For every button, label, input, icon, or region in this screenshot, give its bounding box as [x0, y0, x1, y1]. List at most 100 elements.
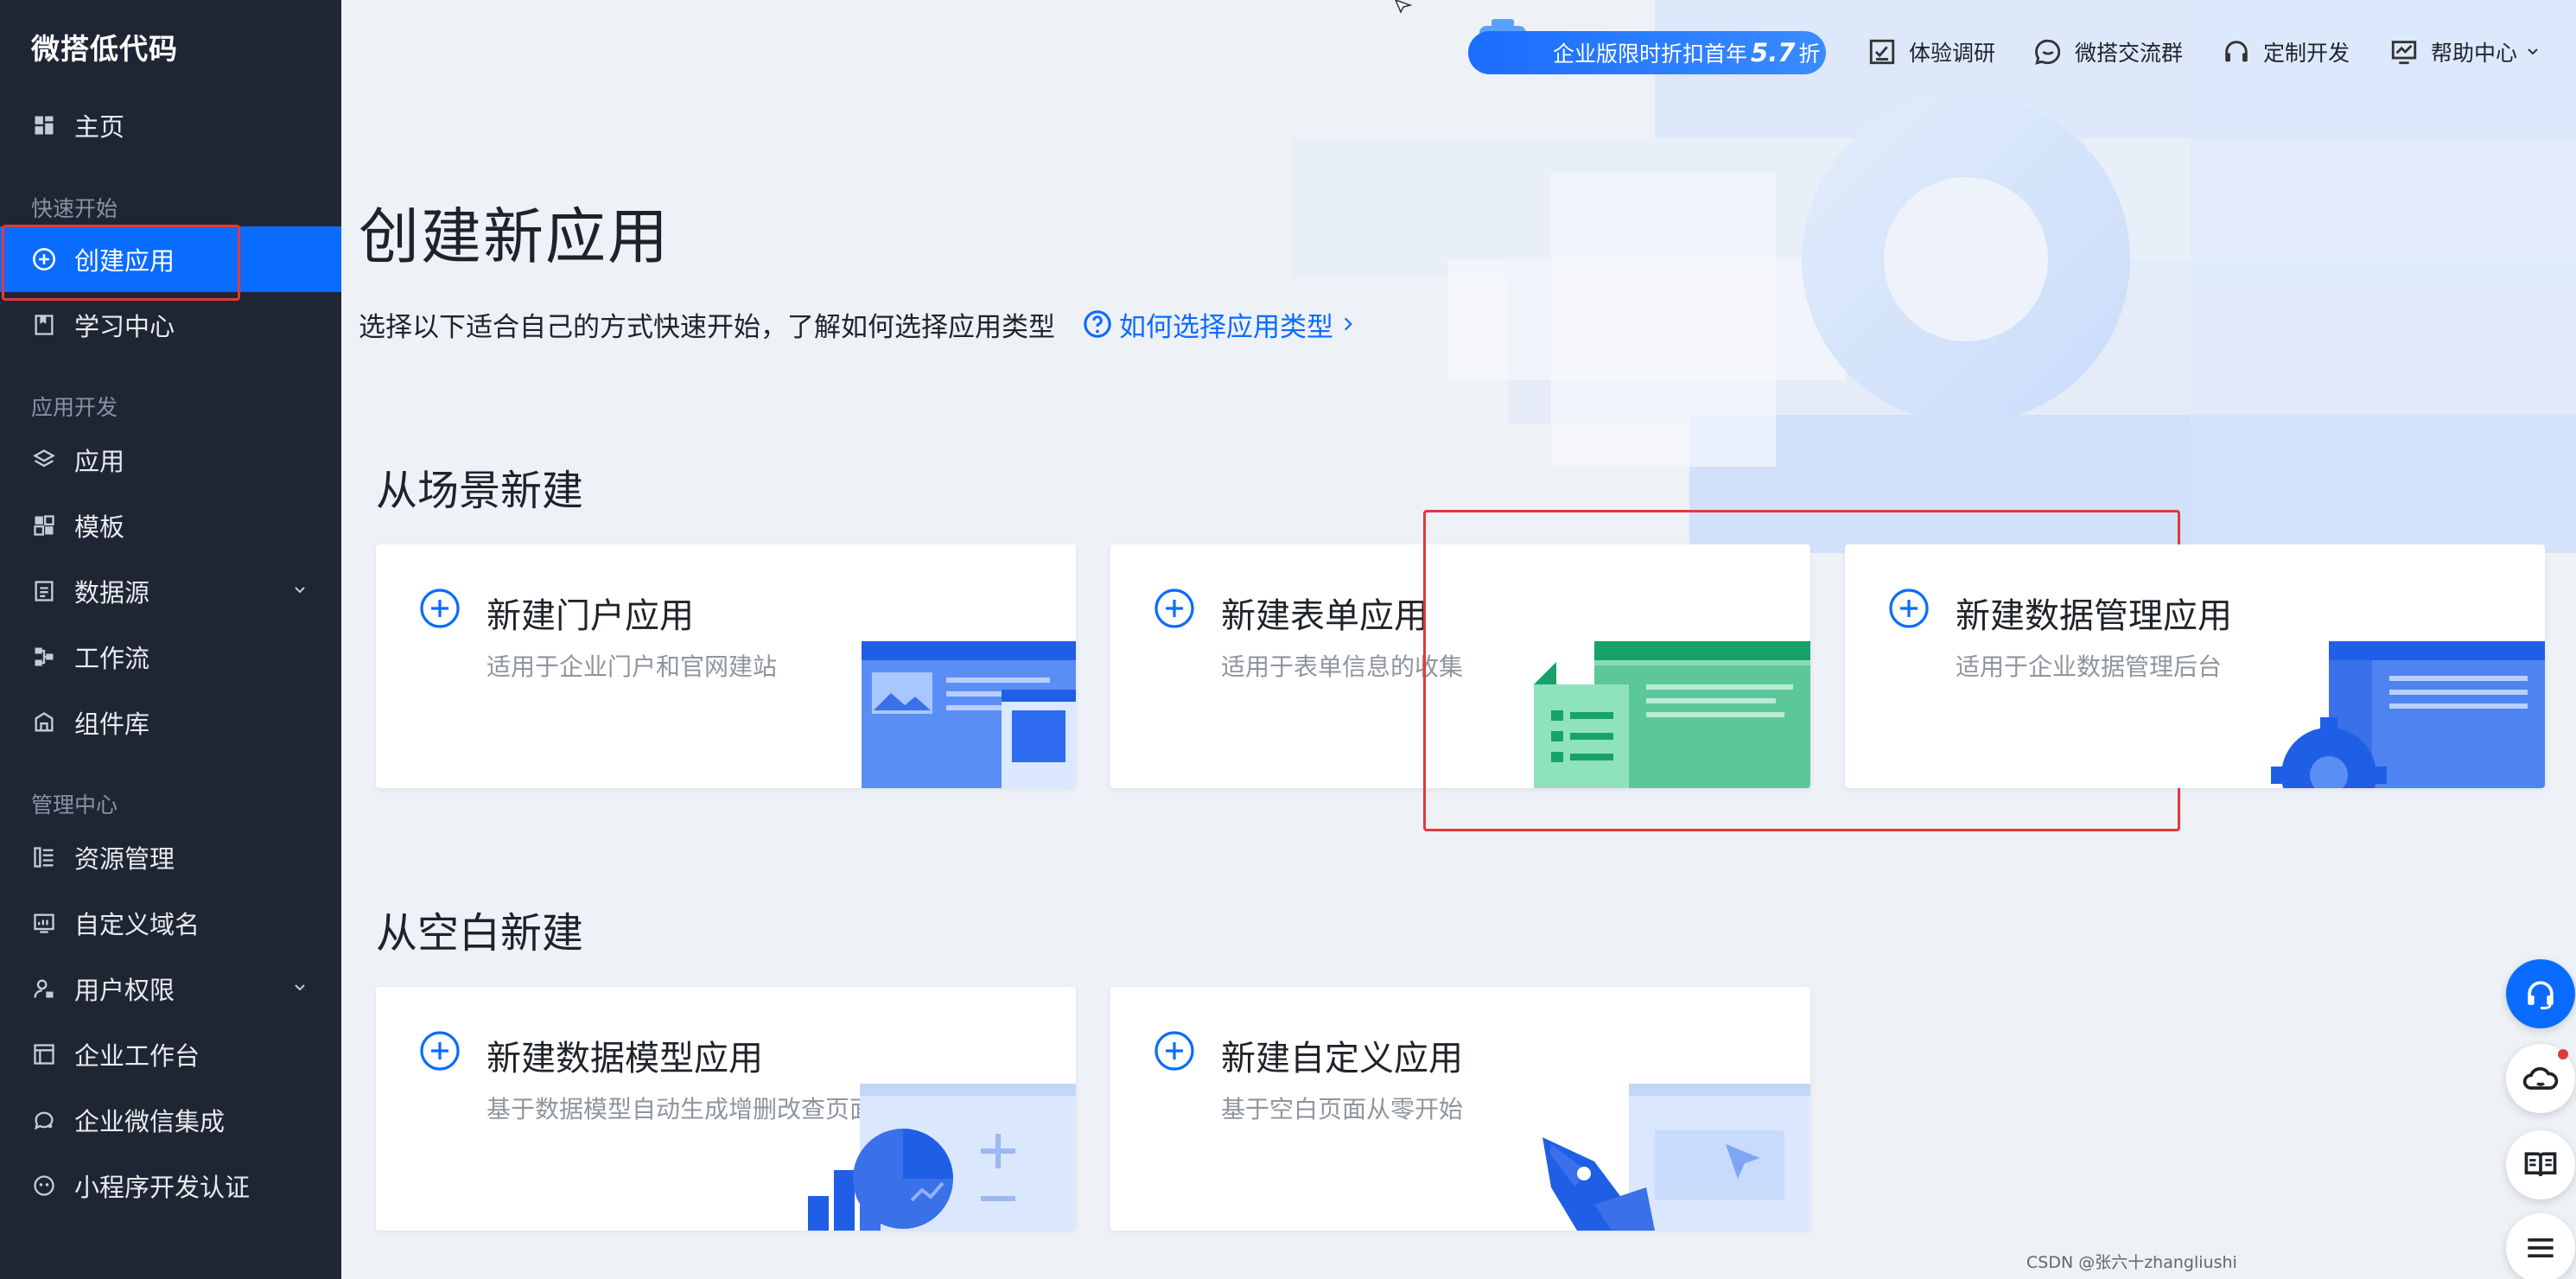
data-management-illustration — [2271, 641, 2545, 788]
sidebar-item-enterprise-workbench[interactable]: 企业工作台 — [0, 1021, 341, 1087]
cloud-icon — [2522, 1066, 2559, 1090]
plus-circle-icon — [1154, 1031, 1194, 1071]
watermark: CSDN @张六十zhangliushi — [2026, 1253, 2237, 1272]
notification-dot — [2558, 1049, 2568, 1059]
promo-number: 5.7 — [1751, 38, 1796, 67]
headset-icon — [2528, 981, 2554, 1009]
help-monitor-icon — [2391, 41, 2417, 65]
community-link[interactable]: 微搭交流群 — [2033, 33, 2183, 71]
sidebar-item-label: 资源管理 — [74, 844, 175, 874]
data-model-illustration — [808, 1084, 1076, 1231]
sidebar-item-resources[interactable]: 资源管理 — [0, 824, 341, 890]
help-center-menu[interactable]: 帮助中心 — [2389, 33, 2541, 71]
custom-dev-link[interactable]: 定制开发 — [2222, 33, 2350, 71]
cloud-service-float-button[interactable] — [2506, 1044, 2575, 1113]
headset-icon — [2225, 41, 2248, 62]
sidebar-item-label: 应用 — [74, 447, 125, 476]
survey-label: 体验调研 — [1909, 41, 1996, 66]
sidebar-item-custom-domain[interactable]: 自定义域名 — [0, 890, 341, 956]
sidebar-item-wecom[interactable]: 企业微信集成 — [0, 1087, 341, 1153]
sidebar-item-label: 小程序开发认证 — [74, 1173, 251, 1202]
plus-circle-icon — [420, 589, 460, 628]
sidebar-item-learning[interactable]: 学习中心 — [0, 292, 341, 358]
sidebar-item-home[interactable]: 主页 — [0, 92, 341, 158]
sidebar: 微搭低代码 主页 快速开始 创建应用 学习中心 应用开发 应用 模板 数据源 工… — [0, 0, 341, 1279]
dashboard-icon — [31, 112, 57, 138]
card-title: 新建表单应用 — [1221, 596, 1428, 636]
list-icon — [31, 844, 57, 870]
decorative-background — [1292, 0, 2576, 553]
chevron-down-icon — [2528, 48, 2538, 55]
section-title-blank: 从空白新建 — [376, 909, 584, 958]
template-icon — [31, 512, 57, 538]
custom-app-illustration — [1542, 1084, 1810, 1231]
card-data-management-app[interactable]: 新建数据管理应用 适用于企业数据管理后台 — [1845, 544, 2545, 788]
card-title: 新建数据模型应用 — [487, 1039, 763, 1079]
sidebar-item-miniprogram[interactable]: 小程序开发认证 — [0, 1153, 341, 1219]
survey-link[interactable]: 体验调研 — [1867, 33, 1995, 71]
question-circle-icon — [1084, 310, 1111, 338]
subtitle-row: 选择以下适合自己的方式快速开始，了解如何选择应用类型 如何选择应用类型 — [359, 302, 1358, 346]
help-center-label: 帮助中心 — [2431, 41, 2518, 66]
how-to-choose-link[interactable]: 如何选择应用类型 — [1083, 305, 1358, 344]
miniprogram-icon — [31, 1173, 57, 1199]
card-description: 适用于企业门户和官网建站 — [487, 652, 778, 681]
sidebar-item-label: 用户权限 — [74, 976, 175, 1005]
user-lock-icon — [31, 976, 57, 1002]
card-description: 适用于企业数据管理后台 — [1956, 652, 2223, 681]
plus-circle-icon — [420, 1031, 460, 1071]
plus-circle-icon — [1889, 589, 1929, 628]
chevron-down-icon — [295, 984, 305, 991]
layers-icon — [31, 447, 57, 473]
page-subtitle: 选择以下适合自己的方式快速开始，了解如何选择应用类型 — [359, 311, 1055, 343]
survey-icon — [1869, 39, 1895, 65]
chevron-right-icon — [1344, 317, 1352, 331]
sidebar-item-datasource[interactable]: 数据源 — [0, 558, 341, 624]
card-title: 新建数据管理应用 — [1956, 596, 2232, 636]
component-icon — [31, 709, 57, 735]
sidebar-item-permissions[interactable]: 用户权限 — [0, 956, 341, 1021]
monitor-icon — [31, 910, 57, 936]
promo-banner[interactable]: 企业版限时折扣首年 5.7 折 — [1468, 31, 1826, 74]
support-float-button[interactable] — [2506, 959, 2575, 1028]
docs-float-button[interactable] — [2506, 1130, 2575, 1199]
sidebar-section-admin: 管理中心 — [31, 792, 118, 818]
book-icon — [31, 312, 57, 338]
section-title-scene: 从场景新建 — [376, 467, 584, 515]
card-portal-app[interactable]: 新建门户应用 适用于企业门户和官网建站 — [376, 544, 1076, 788]
help-link-label: 如何选择应用类型 — [1119, 311, 1333, 343]
card-title: 新建自定义应用 — [1221, 1039, 1463, 1079]
brand-logo[interactable]: 微搭低代码 — [31, 26, 178, 67]
card-description: 基于空白页面从零开始 — [1221, 1095, 1464, 1123]
chat-icon — [2035, 39, 2061, 65]
menu-icon — [2528, 1238, 2554, 1257]
sidebar-section-quickstart: 快速开始 — [31, 196, 118, 221]
sidebar-item-label: 模板 — [74, 512, 125, 542]
chevron-down-icon — [295, 587, 305, 594]
wecom-icon — [31, 1107, 57, 1133]
card-title: 新建门户应用 — [487, 596, 694, 636]
page-title: 创建新应用 — [359, 201, 670, 272]
sidebar-item-label: 企业工作台 — [74, 1041, 200, 1071]
sidebar-item-label: 学习中心 — [74, 312, 175, 341]
mouse-cursor-icon — [1395, 0, 1413, 14]
menu-float-button[interactable] — [2506, 1213, 2575, 1279]
sidebar-item-workflow[interactable]: 工作流 — [0, 624, 341, 690]
card-data-model-app[interactable]: 新建数据模型应用 基于数据模型自动生成增删改查页面 — [376, 987, 1076, 1231]
highlight-box — [2, 225, 240, 301]
sidebar-item-label: 工作流 — [74, 644, 150, 673]
sidebar-section-dev: 应用开发 — [31, 395, 118, 420]
workbench-icon — [31, 1041, 57, 1067]
main-content: 企业版限时折扣首年 5.7 折 体验调研 微搭交流群 定制开发 帮助中心 创建新… — [341, 0, 2576, 1279]
sidebar-item-apps[interactable]: 应用 — [0, 427, 341, 493]
database-icon — [31, 578, 57, 604]
portal-illustration — [862, 641, 1076, 788]
promo-suffix: 折 — [1798, 41, 1821, 67]
card-custom-app[interactable]: 新建自定义应用 基于空白页面从零开始 — [1110, 987, 1810, 1231]
sidebar-item-templates[interactable]: 模板 — [0, 493, 341, 558]
promo-prefix: 企业版限时折扣首年 — [1553, 41, 1748, 67]
sidebar-item-components[interactable]: 组件库 — [0, 690, 341, 755]
sidebar-item-label: 自定义域名 — [74, 910, 200, 939]
custom-dev-label: 定制开发 — [2263, 41, 2350, 66]
sidebar-item-label: 组件库 — [74, 709, 150, 739]
